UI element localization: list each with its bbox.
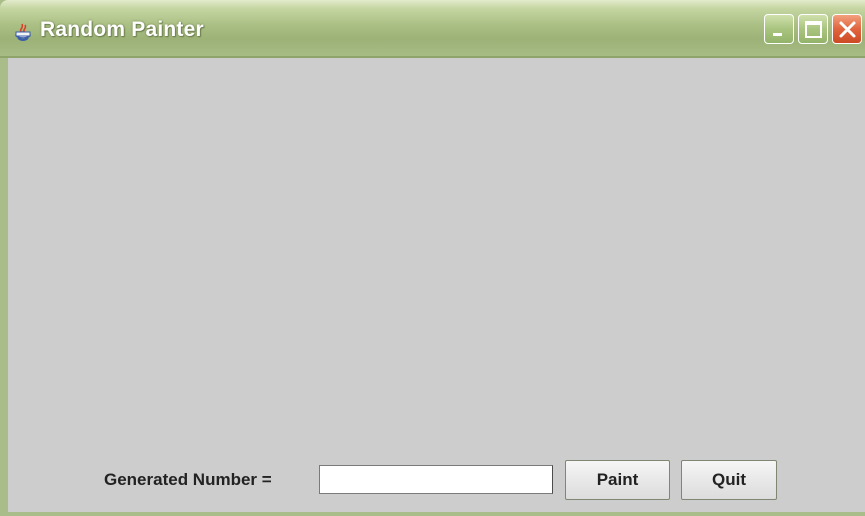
- paint-canvas: [8, 58, 865, 448]
- minimize-button[interactable]: [764, 14, 794, 44]
- app-window: Random Painter: [0, 0, 865, 516]
- java-app-icon: [12, 20, 34, 42]
- generated-number-field[interactable]: [319, 465, 553, 494]
- title-bar[interactable]: Random Painter: [0, 0, 865, 58]
- quit-button[interactable]: Quit: [681, 460, 777, 500]
- close-icon: [839, 21, 856, 38]
- generated-number-label: Generated Number =: [104, 470, 272, 489]
- maximize-icon: [805, 21, 822, 38]
- maximize-button[interactable]: [798, 14, 828, 44]
- minimize-icon: [773, 33, 782, 36]
- paint-button[interactable]: Paint: [565, 460, 670, 500]
- window-title: Random Painter: [40, 18, 204, 41]
- close-button[interactable]: [832, 14, 862, 44]
